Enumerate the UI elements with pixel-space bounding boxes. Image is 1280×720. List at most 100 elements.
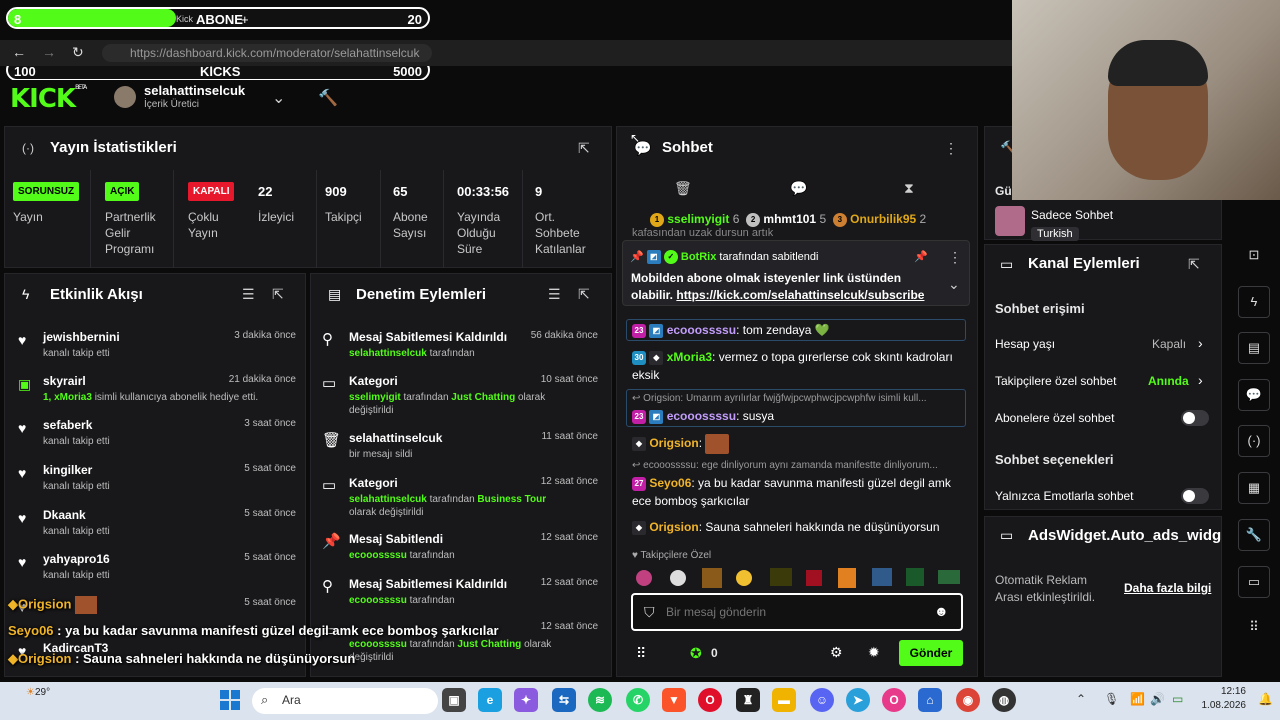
mod-user[interactable]: ecooossssu: [349, 550, 407, 561]
clock-date[interactable]: 1.08.2026: [1196, 700, 1247, 711]
community-thumbnail[interactable]: [995, 206, 1025, 236]
obs-icon[interactable]: ◍: [992, 688, 1016, 712]
chat-username[interactable]: xMoria3: [667, 350, 712, 364]
more-vertical-icon[interactable]: ⋮: [948, 249, 962, 266]
chat-username[interactable]: Origsion: [649, 436, 698, 450]
windows-start-icon[interactable]: [220, 690, 240, 710]
top-chatter-name[interactable]: Onurbilik95: [850, 212, 916, 226]
avatar[interactable]: [114, 86, 136, 108]
more-vertical-icon[interactable]: ⋮: [944, 140, 958, 157]
pinned-link[interactable]: https://kick.com/selahattinselcuk/subscr…: [676, 288, 924, 302]
gear-icon[interactable]: ⚙: [830, 644, 843, 661]
chevron-right-icon[interactable]: ›: [1198, 335, 1203, 351]
taskbar-search[interactable]: ⌕ Ara: [252, 688, 438, 714]
notification-icon[interactable]: 🔔: [1258, 692, 1273, 706]
wrench-icon[interactable]: 🔧: [1238, 519, 1270, 551]
browser-icon[interactable]: O: [882, 688, 906, 712]
battery-icon[interactable]: ▭: [1172, 692, 1183, 706]
emote[interactable]: [838, 568, 856, 588]
weather-widget[interactable]: ☀29°: [26, 687, 50, 698]
mod-user[interactable]: sselimyigit: [349, 392, 401, 403]
community-name[interactable]: Sadece Sohbet: [1031, 208, 1113, 222]
chat-icon[interactable]: 💬: [1238, 379, 1270, 411]
account-age-value[interactable]: Kapalı: [1152, 337, 1186, 351]
activity-user[interactable]: yahyapro16: [43, 552, 110, 566]
address-bar[interactable]: https://dashboard.kick.com/moderator/sel…: [102, 44, 432, 62]
activity-user[interactable]: Dkaank: [43, 508, 86, 522]
emote-only-toggle[interactable]: [1181, 488, 1209, 504]
emote[interactable]: [670, 570, 686, 586]
app-icon[interactable]: ⇆: [552, 688, 576, 712]
back-icon[interactable]: ←: [12, 44, 26, 60]
popout-icon[interactable]: ⇱: [272, 286, 284, 303]
reload-icon[interactable]: ↻: [72, 44, 84, 61]
microphone-icon[interactable]: 🎙: [1104, 692, 1119, 706]
followers-only-value[interactable]: Anında: [1148, 374, 1189, 388]
users-icon[interactable]: ⠿: [1238, 612, 1270, 644]
verified-icon[interactable]: ✹: [868, 644, 880, 661]
chat-username[interactable]: ecooossssu: [667, 409, 736, 423]
layout-icon[interactable]: ▦: [1238, 472, 1270, 504]
subs-only-toggle[interactable]: [1181, 410, 1209, 426]
chat-username[interactable]: Origsion: [649, 520, 698, 534]
hammer-icon[interactable]: 🔨: [318, 88, 338, 108]
mod-user[interactable]: selahattinselcuk: [349, 494, 427, 505]
chevron-up-icon[interactable]: ⌃: [1076, 692, 1086, 706]
chat-message-field[interactable]: [666, 600, 926, 624]
window-icon[interactable]: ▭: [1238, 566, 1270, 598]
reply-preview[interactable]: ↩ Origsion: Umarım ayrılırlar fwjğfwjpcw…: [632, 393, 962, 404]
task-view-icon[interactable]: ▣: [442, 688, 466, 712]
volume-icon[interactable]: 🔊: [1150, 692, 1165, 706]
send-button[interactable]: Gönder: [899, 640, 963, 666]
brave-icon[interactable]: ▼: [662, 688, 686, 712]
filter-icon[interactable]: ☰: [242, 286, 255, 303]
game-icon[interactable]: ♜: [736, 688, 760, 712]
activity-user[interactable]: jewishbernini: [43, 330, 120, 344]
top-chatter-name[interactable]: sselimyigit: [667, 212, 729, 226]
activity-user[interactable]: kingilker: [43, 463, 92, 477]
spotify-icon[interactable]: ≋: [588, 688, 612, 712]
filter-icon[interactable]: ☰: [548, 286, 561, 303]
chevron-down-icon[interactable]: ⌄: [948, 276, 960, 293]
clock-time[interactable]: 12:16: [1212, 686, 1246, 697]
chat-username[interactable]: ecooossssu: [667, 323, 736, 337]
activity-user[interactable]: sefaberk: [43, 418, 92, 432]
mod-user[interactable]: ecooossssu: [349, 595, 407, 606]
reply-preview[interactable]: ↩ ecooossssu: ege dinliyorum aynı zamand…: [632, 460, 962, 471]
chat-username[interactable]: Seyo06: [649, 476, 691, 490]
chrome-icon[interactable]: ◉: [956, 688, 980, 712]
opera-icon[interactable]: O: [698, 688, 722, 712]
hourglass-icon[interactable]: ⧗: [904, 180, 914, 197]
popout-icon[interactable]: ⇱: [1188, 256, 1200, 273]
emote[interactable]: [636, 570, 652, 586]
kicks-icon[interactable]: ✪: [690, 645, 702, 662]
broadcast-icon[interactable]: (·): [1238, 425, 1270, 457]
chat-bubble-icon[interactable]: 💬: [790, 180, 807, 197]
mod-user[interactable]: selahattinselcuk: [349, 348, 427, 359]
chevron-down-icon[interactable]: ⌄: [272, 88, 285, 108]
popout-icon[interactable]: ⇱: [578, 286, 590, 303]
folder-icon[interactable]: ▬: [772, 688, 796, 712]
pinned-by[interactable]: BotRix: [681, 251, 716, 263]
mod-user[interactable]: ecooossssu: [349, 639, 407, 650]
emote[interactable]: [736, 570, 752, 586]
emoji-icon[interactable]: ☻: [934, 603, 949, 619]
emote[interactable]: [906, 568, 924, 586]
vpn-icon[interactable]: ⌂: [918, 688, 942, 712]
kick-logo[interactable]: KICKBETA: [10, 84, 87, 114]
users-icon[interactable]: ⠿: [636, 645, 646, 662]
trash-icon[interactable]: 🗑: [674, 180, 692, 197]
emote[interactable]: [806, 570, 822, 586]
ads-more-link[interactable]: Daha fazla bilgi: [1124, 581, 1211, 595]
emote[interactable]: [938, 570, 960, 584]
popout-icon[interactable]: ⇱: [578, 140, 590, 157]
lightning-icon[interactable]: ϟ: [1238, 286, 1270, 318]
emote[interactable]: [770, 568, 792, 586]
discord-icon[interactable]: ☺: [810, 688, 834, 712]
camera-icon[interactable]: ⊡: [1238, 240, 1270, 272]
copilot-icon[interactable]: ✦: [514, 688, 538, 712]
unpin-icon[interactable]: 📌: [914, 250, 928, 263]
whatsapp-icon[interactable]: ✆: [626, 688, 650, 712]
emote[interactable]: [872, 568, 892, 586]
chevron-right-icon[interactable]: ›: [1198, 372, 1203, 388]
